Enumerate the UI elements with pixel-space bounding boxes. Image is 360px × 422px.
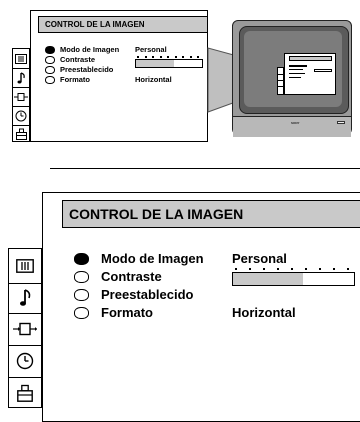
timer-icon [16,352,34,370]
tv-brand: SONY [291,121,300,125]
menu-item-label: Formato [101,305,153,320]
menu-title: CONTROL DE LA IMAGEN [62,200,360,228]
menu-item-label: Modo de Imagen [101,251,204,266]
tv-mini-line [289,73,305,74]
radio-icon [74,270,89,283]
tv-mini-line [289,65,307,67]
radio-icon [74,306,89,319]
setup-icon [17,384,33,402]
tv-mini-icons [277,67,284,95]
radio-icon [74,288,89,301]
tv-mini-bar [314,69,332,72]
icon-column [8,248,42,408]
menu-item-label: Preestablecido [101,287,194,302]
section-divider [50,168,360,169]
screen-size-icon [13,322,37,336]
tv-mini-title [289,56,332,61]
menu-item-modo[interactable]: Modo de Imagen [74,251,204,266]
tv-power-indicator [337,121,345,124]
menu-item-formato[interactable]: Formato [74,305,153,320]
picture-control-icon [16,259,34,273]
tv-base: SONY [233,116,351,137]
contrast-fill [233,273,304,285]
tv-mini-line [289,77,301,78]
screen-tab[interactable] [9,313,41,346]
modo-value: Personal [232,251,287,266]
menu-item-contraste[interactable]: Contraste [74,269,162,284]
picture-tab[interactable] [9,249,41,284]
tv-mini-menu [284,53,336,95]
tv-mini-line [289,69,303,70]
setup-tab[interactable] [9,377,41,409]
menu-item-preestablecido[interactable]: Preestablecido [74,287,194,302]
contrast-ticks [235,268,349,270]
menu-item-label: Contraste [101,269,162,284]
menu-title-text: CONTROL DE LA IMAGEN [69,206,244,222]
contrast-slider[interactable] [232,272,355,286]
sound-tab[interactable] [9,283,41,314]
sound-icon [20,289,31,306]
formato-value: Horizontal [232,305,296,320]
tv-illustration: SONY [232,20,352,137]
menu-panel: CONTROL DE LA IMAGEN Modo de Imagen Cont… [42,192,360,422]
radio-selected-icon [74,252,89,265]
timer-tab[interactable] [9,345,41,378]
tv-screen [239,26,349,114]
